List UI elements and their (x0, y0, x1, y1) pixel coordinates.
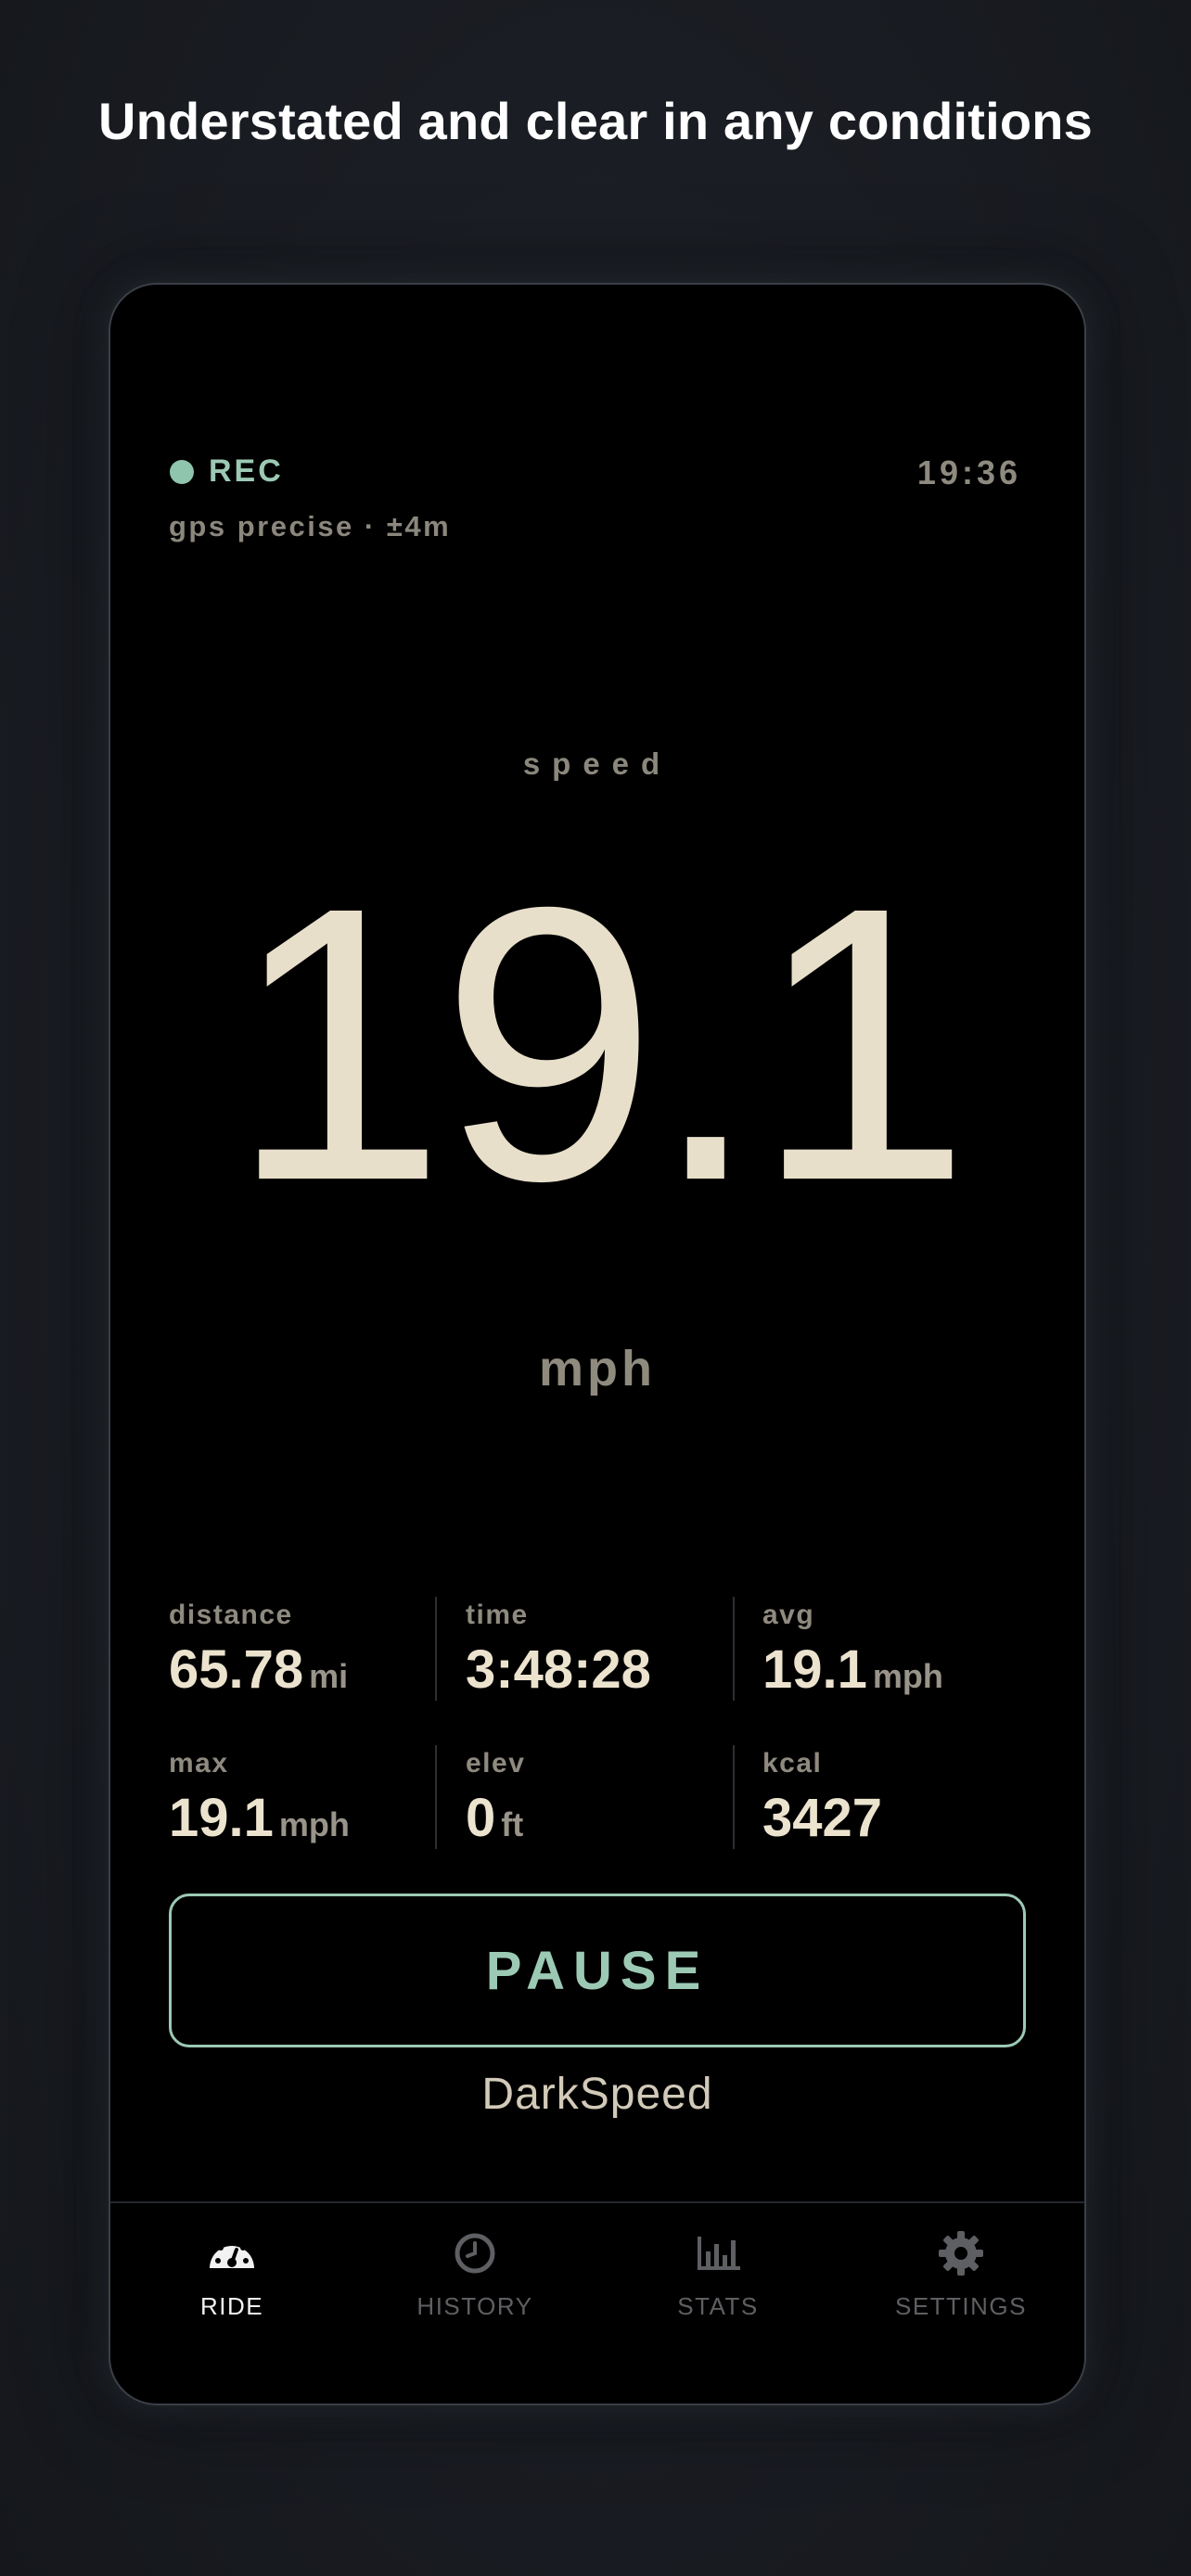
stat-value: 0 ft (466, 1788, 524, 1848)
stat-avg: avg 19.1 mph (762, 1600, 1041, 1701)
stat-elev: elev 0 ft (466, 1748, 744, 1849)
recording-indicator-dot (170, 460, 194, 484)
stat-divider (435, 1745, 437, 1849)
stat-unit: mph (278, 1805, 350, 1843)
tab-history[interactable]: HISTORY (353, 2227, 596, 2321)
stat-value: 3427 (762, 1788, 883, 1848)
phone-screen: REC 19:36 gps precise · ±4m speed 19.1 m… (109, 283, 1086, 2405)
stat-max: max 19.1 mph (169, 1748, 447, 1849)
app-name: DarkSpeed (481, 2070, 713, 2119)
tab-label: STATS (677, 2292, 759, 2320)
stat-value: 19.1 mph (762, 1639, 943, 1700)
stat-label: avg (762, 1600, 815, 1630)
stat-distance: distance 65.78 mi (169, 1600, 447, 1701)
gps-status: gps precise · ±4m (169, 510, 452, 542)
stat-unit: mi (309, 1657, 349, 1695)
tab-ride[interactable]: RIDE (110, 2227, 353, 2321)
stat-value: 3:48:28 (466, 1639, 651, 1700)
tab-settings[interactable]: SETTINGS (839, 2227, 1082, 2321)
tab-label: SETTINGS (894, 2292, 1027, 2320)
stat-kcal: kcal 3427 (762, 1748, 1041, 1849)
stat-unit: ft (501, 1805, 524, 1843)
clock-icon (455, 2233, 495, 2274)
gear-icon (939, 2231, 983, 2276)
recording-label: REC (209, 453, 284, 489)
stat-value: 65.78 mi (169, 1639, 349, 1700)
stat-divider (435, 1597, 437, 1701)
pause-button[interactable]: PAUSE (169, 1894, 1026, 2047)
stat-time: time 3:48:28 (466, 1600, 744, 1701)
stat-divider (733, 1597, 735, 1701)
speed-label: speed (522, 746, 672, 781)
headline: Understated and clear in any conditions (97, 92, 1094, 150)
speed-unit: mph (539, 1341, 656, 1396)
speedometer-icon (210, 2238, 254, 2268)
tab-stats[interactable]: STATS (596, 2227, 839, 2321)
stat-label: elev (466, 1748, 526, 1779)
speed-value: 19.1 (229, 827, 970, 1262)
stat-divider (733, 1745, 735, 1849)
stat-value: 19.1 mph (169, 1788, 350, 1848)
stat-label: kcal (762, 1748, 823, 1779)
clock: 19:36 (916, 453, 1021, 491)
tab-label: RIDE (199, 2292, 264, 2320)
tab-bar-divider (110, 2201, 1084, 2203)
stat-label: distance (169, 1600, 293, 1630)
stat-label: time (466, 1600, 529, 1630)
stat-unit: mph (872, 1657, 943, 1695)
stat-label: max (169, 1748, 229, 1779)
tab-label: HISTORY (416, 2292, 533, 2320)
bar-chart-icon (698, 2237, 740, 2270)
